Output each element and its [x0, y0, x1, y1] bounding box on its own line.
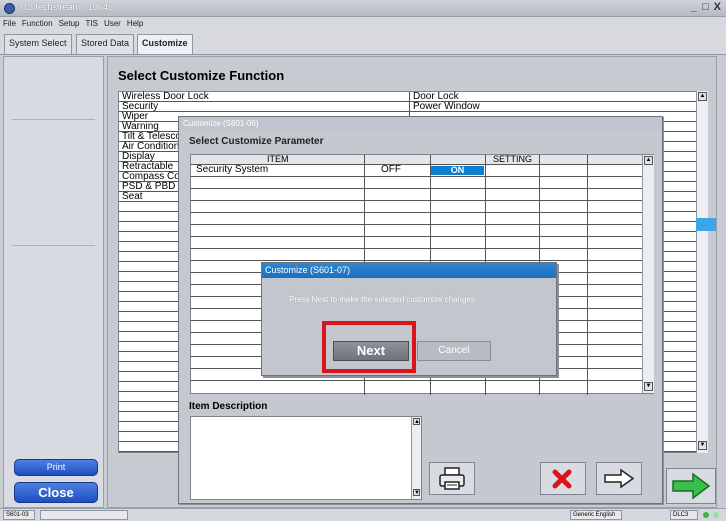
table-row[interactable]: Wireless Door Lock Door Lock	[119, 91, 699, 102]
column-header-item: ITEM	[267, 154, 289, 164]
print-icon-button[interactable]	[429, 462, 475, 495]
row-divider	[191, 248, 643, 249]
setting-current-value: OFF	[381, 164, 401, 175]
status-bar: S601-03 Generic English DLC3	[0, 508, 726, 521]
menu-function[interactable]: Function	[19, 17, 56, 30]
connection-status-icon	[703, 512, 709, 518]
column-divider	[587, 155, 588, 395]
tab-customize[interactable]: Customize	[137, 34, 193, 54]
item-description-label: Item Description	[189, 401, 268, 412]
menu-bar: File Function Setup TIS User Help	[0, 17, 726, 31]
function-label: Power Window	[413, 101, 480, 112]
row-divider	[191, 224, 643, 225]
menu-setup[interactable]: Setup	[56, 17, 83, 30]
scroll-down-icon[interactable]: ▼	[413, 489, 420, 496]
tab-bar: System Select Stored Data Customize	[0, 31, 726, 55]
row-divider	[191, 236, 643, 237]
confirm-dialog-title: Customize (S601-07)	[262, 263, 556, 278]
arrow-right-icon	[604, 468, 635, 489]
row-divider	[191, 176, 643, 177]
menu-tis[interactable]: TIS	[82, 17, 100, 30]
item-description-box: ▲ ▼	[190, 416, 422, 500]
menu-help[interactable]: Help	[124, 17, 146, 30]
window-controls[interactable]: _ □ X	[691, 1, 722, 13]
confirm-message: Press Next to make the selected customiz…	[289, 295, 475, 304]
tab-system-select[interactable]: System Select	[4, 34, 72, 54]
description-scrollbar[interactable]: ▲ ▼	[411, 417, 421, 499]
scroll-down-icon[interactable]: ▼	[644, 382, 653, 391]
row-divider	[191, 380, 643, 381]
divider	[12, 245, 95, 246]
page-title: Select Customize Function	[118, 68, 285, 83]
status-light-icon	[713, 512, 719, 518]
printer-icon	[439, 467, 465, 490]
scroll-down-icon[interactable]: ▼	[698, 441, 707, 450]
cancel-x-button[interactable]	[540, 462, 586, 495]
function-label: Seat	[122, 191, 143, 202]
scroll-up-icon[interactable]: ▲	[413, 418, 420, 425]
title-bar: TIS techstream - 10646 _ □ X	[0, 0, 726, 17]
tab-stored-data[interactable]: Stored Data	[76, 34, 135, 54]
menu-file[interactable]: File	[0, 17, 19, 30]
divider	[12, 119, 95, 120]
highlight-box	[322, 321, 416, 373]
close-button[interactable]: Close	[14, 482, 98, 503]
setting-selected-on[interactable]: ON	[431, 166, 484, 175]
parameter-table-scrollbar[interactable]: ▲ ▼	[642, 155, 654, 393]
item-security-system[interactable]: Security System	[196, 164, 268, 175]
next-button[interactable]	[596, 462, 642, 495]
next-arrow-green-icon	[672, 472, 711, 500]
language-indicator: Generic English	[570, 510, 622, 520]
dialog-title: Customize (S601-06)	[179, 117, 662, 130]
app-icon	[4, 3, 15, 14]
window-title: TIS techstream - 10646	[19, 2, 114, 12]
row-divider	[191, 212, 643, 213]
row-divider	[191, 188, 643, 189]
scroll-up-icon[interactable]: ▲	[698, 92, 707, 101]
table-row[interactable]: Security Power Window	[119, 101, 699, 112]
row-divider	[191, 200, 643, 201]
print-button[interactable]: Print	[14, 459, 98, 476]
menu-user[interactable]: User	[101, 17, 124, 30]
status-field	[40, 510, 128, 520]
row-divider	[191, 260, 643, 261]
selected-row-strip	[696, 218, 716, 231]
next-arrow-button[interactable]	[666, 468, 716, 504]
function-table-scrollbar[interactable]: ▲ ▼	[696, 91, 708, 453]
dialog-heading: Select Customize Parameter	[189, 136, 324, 147]
column-header-setting: SETTING	[493, 154, 533, 164]
screen-id: S601-03	[3, 510, 35, 520]
cancel-button[interactable]: Cancel	[417, 341, 491, 361]
scroll-up-icon[interactable]: ▲	[644, 156, 653, 165]
cancel-x-icon	[552, 469, 572, 489]
left-panel: Print Close	[3, 56, 104, 508]
connection-indicator: DLC3	[670, 510, 698, 520]
